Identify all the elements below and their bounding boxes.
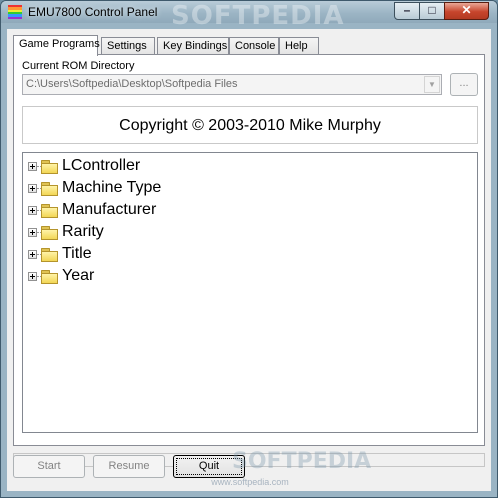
quit-button-label: Quit bbox=[198, 460, 220, 472]
rainbow-app-icon bbox=[8, 5, 22, 19]
copyright-box: Copyright © 2003-2010 Mike Murphy bbox=[22, 106, 478, 144]
folder-icon bbox=[41, 182, 58, 196]
tab-game-programs[interactable]: Game Programs bbox=[13, 35, 100, 56]
expand-icon[interactable] bbox=[28, 228, 37, 237]
client-area: Game Programs Settings Key Bindings Cons… bbox=[7, 29, 491, 491]
copyright-text: Copyright © 2003-2010 Mike Murphy bbox=[119, 117, 381, 134]
browse-button[interactable]: ... bbox=[450, 73, 478, 96]
expand-icon[interactable] bbox=[28, 272, 37, 281]
tree-item-rarity[interactable]: Rarity bbox=[23, 222, 323, 244]
tab-label: Console bbox=[235, 40, 276, 52]
app-window: EMU7800 Control Panel SOFTPEDIA – □ ✕ Ga… bbox=[0, 0, 498, 498]
window-title: EMU7800 Control Panel bbox=[28, 5, 158, 19]
tree-item-label: Manufacturer bbox=[62, 201, 157, 218]
expand-icon[interactable] bbox=[28, 250, 37, 259]
tree-item-label: Year bbox=[62, 267, 95, 284]
rom-directory-label: Current ROM Directory bbox=[22, 60, 135, 72]
resume-button[interactable]: Resume bbox=[93, 455, 165, 478]
tree-item-label: LController bbox=[62, 157, 141, 174]
expand-icon[interactable] bbox=[28, 162, 37, 171]
close-button[interactable]: ✕ bbox=[444, 2, 489, 20]
rom-tree-view[interactable]: LController Machine Type Manufacturer Ra… bbox=[22, 152, 478, 433]
folder-icon bbox=[41, 226, 58, 240]
folder-icon bbox=[41, 270, 58, 284]
tab-label: Help bbox=[285, 40, 308, 52]
tab-label: Key Bindings bbox=[163, 40, 228, 52]
tree-item-lcontroller[interactable]: LController bbox=[23, 156, 323, 178]
folder-icon bbox=[41, 160, 58, 174]
folder-icon bbox=[41, 248, 58, 262]
chevron-down-icon[interactable]: ▼ bbox=[424, 76, 440, 93]
tab-label: Game Programs bbox=[19, 38, 100, 50]
tab-help[interactable]: Help bbox=[279, 37, 319, 55]
tab-settings[interactable]: Settings bbox=[101, 37, 155, 55]
tab-key-bindings[interactable]: Key Bindings bbox=[157, 37, 229, 55]
rom-directory-value: C:\Users\Softpedia\Desktop\Softpedia Fil… bbox=[26, 78, 238, 90]
watermark-top: SOFTPEDIA bbox=[171, 1, 345, 31]
start-button-label: Start bbox=[37, 460, 61, 472]
tab-label: Settings bbox=[107, 40, 147, 52]
maximize-button[interactable]: □ bbox=[419, 2, 445, 20]
watermark-url: www.softpedia.com bbox=[211, 477, 289, 487]
folder-icon bbox=[41, 204, 58, 218]
tab-console[interactable]: Console bbox=[229, 37, 279, 55]
close-icon: ✕ bbox=[461, 3, 472, 17]
tree-item-year[interactable]: Year bbox=[23, 266, 323, 288]
resume-button-label: Resume bbox=[108, 460, 150, 472]
expand-icon[interactable] bbox=[28, 206, 37, 215]
maximize-icon: □ bbox=[428, 3, 436, 17]
tree-item-manufacturer[interactable]: Manufacturer bbox=[23, 200, 323, 222]
start-button[interactable]: Start bbox=[13, 455, 85, 478]
tree-item-label: Rarity bbox=[62, 223, 104, 240]
rom-directory-combo[interactable]: C:\Users\Softpedia\Desktop\Softpedia Fil… bbox=[22, 74, 442, 95]
minimize-icon: – bbox=[403, 3, 411, 17]
tree-item-label: Machine Type bbox=[62, 179, 162, 196]
title-bar[interactable]: EMU7800 Control Panel SOFTPEDIA – □ ✕ bbox=[1, 1, 497, 31]
expand-icon[interactable] bbox=[28, 184, 37, 193]
tree-item-machine-type[interactable]: Machine Type bbox=[23, 178, 323, 200]
tree-item-label: Title bbox=[62, 245, 92, 262]
browse-button-label: ... bbox=[459, 77, 469, 89]
watermark-bottom: SOFTPEDIA bbox=[232, 449, 372, 474]
tree-item-title[interactable]: Title bbox=[23, 244, 323, 266]
minimize-button[interactable]: – bbox=[394, 2, 420, 20]
game-programs-panel: Current ROM Directory C:\Users\Softpedia… bbox=[13, 54, 485, 446]
